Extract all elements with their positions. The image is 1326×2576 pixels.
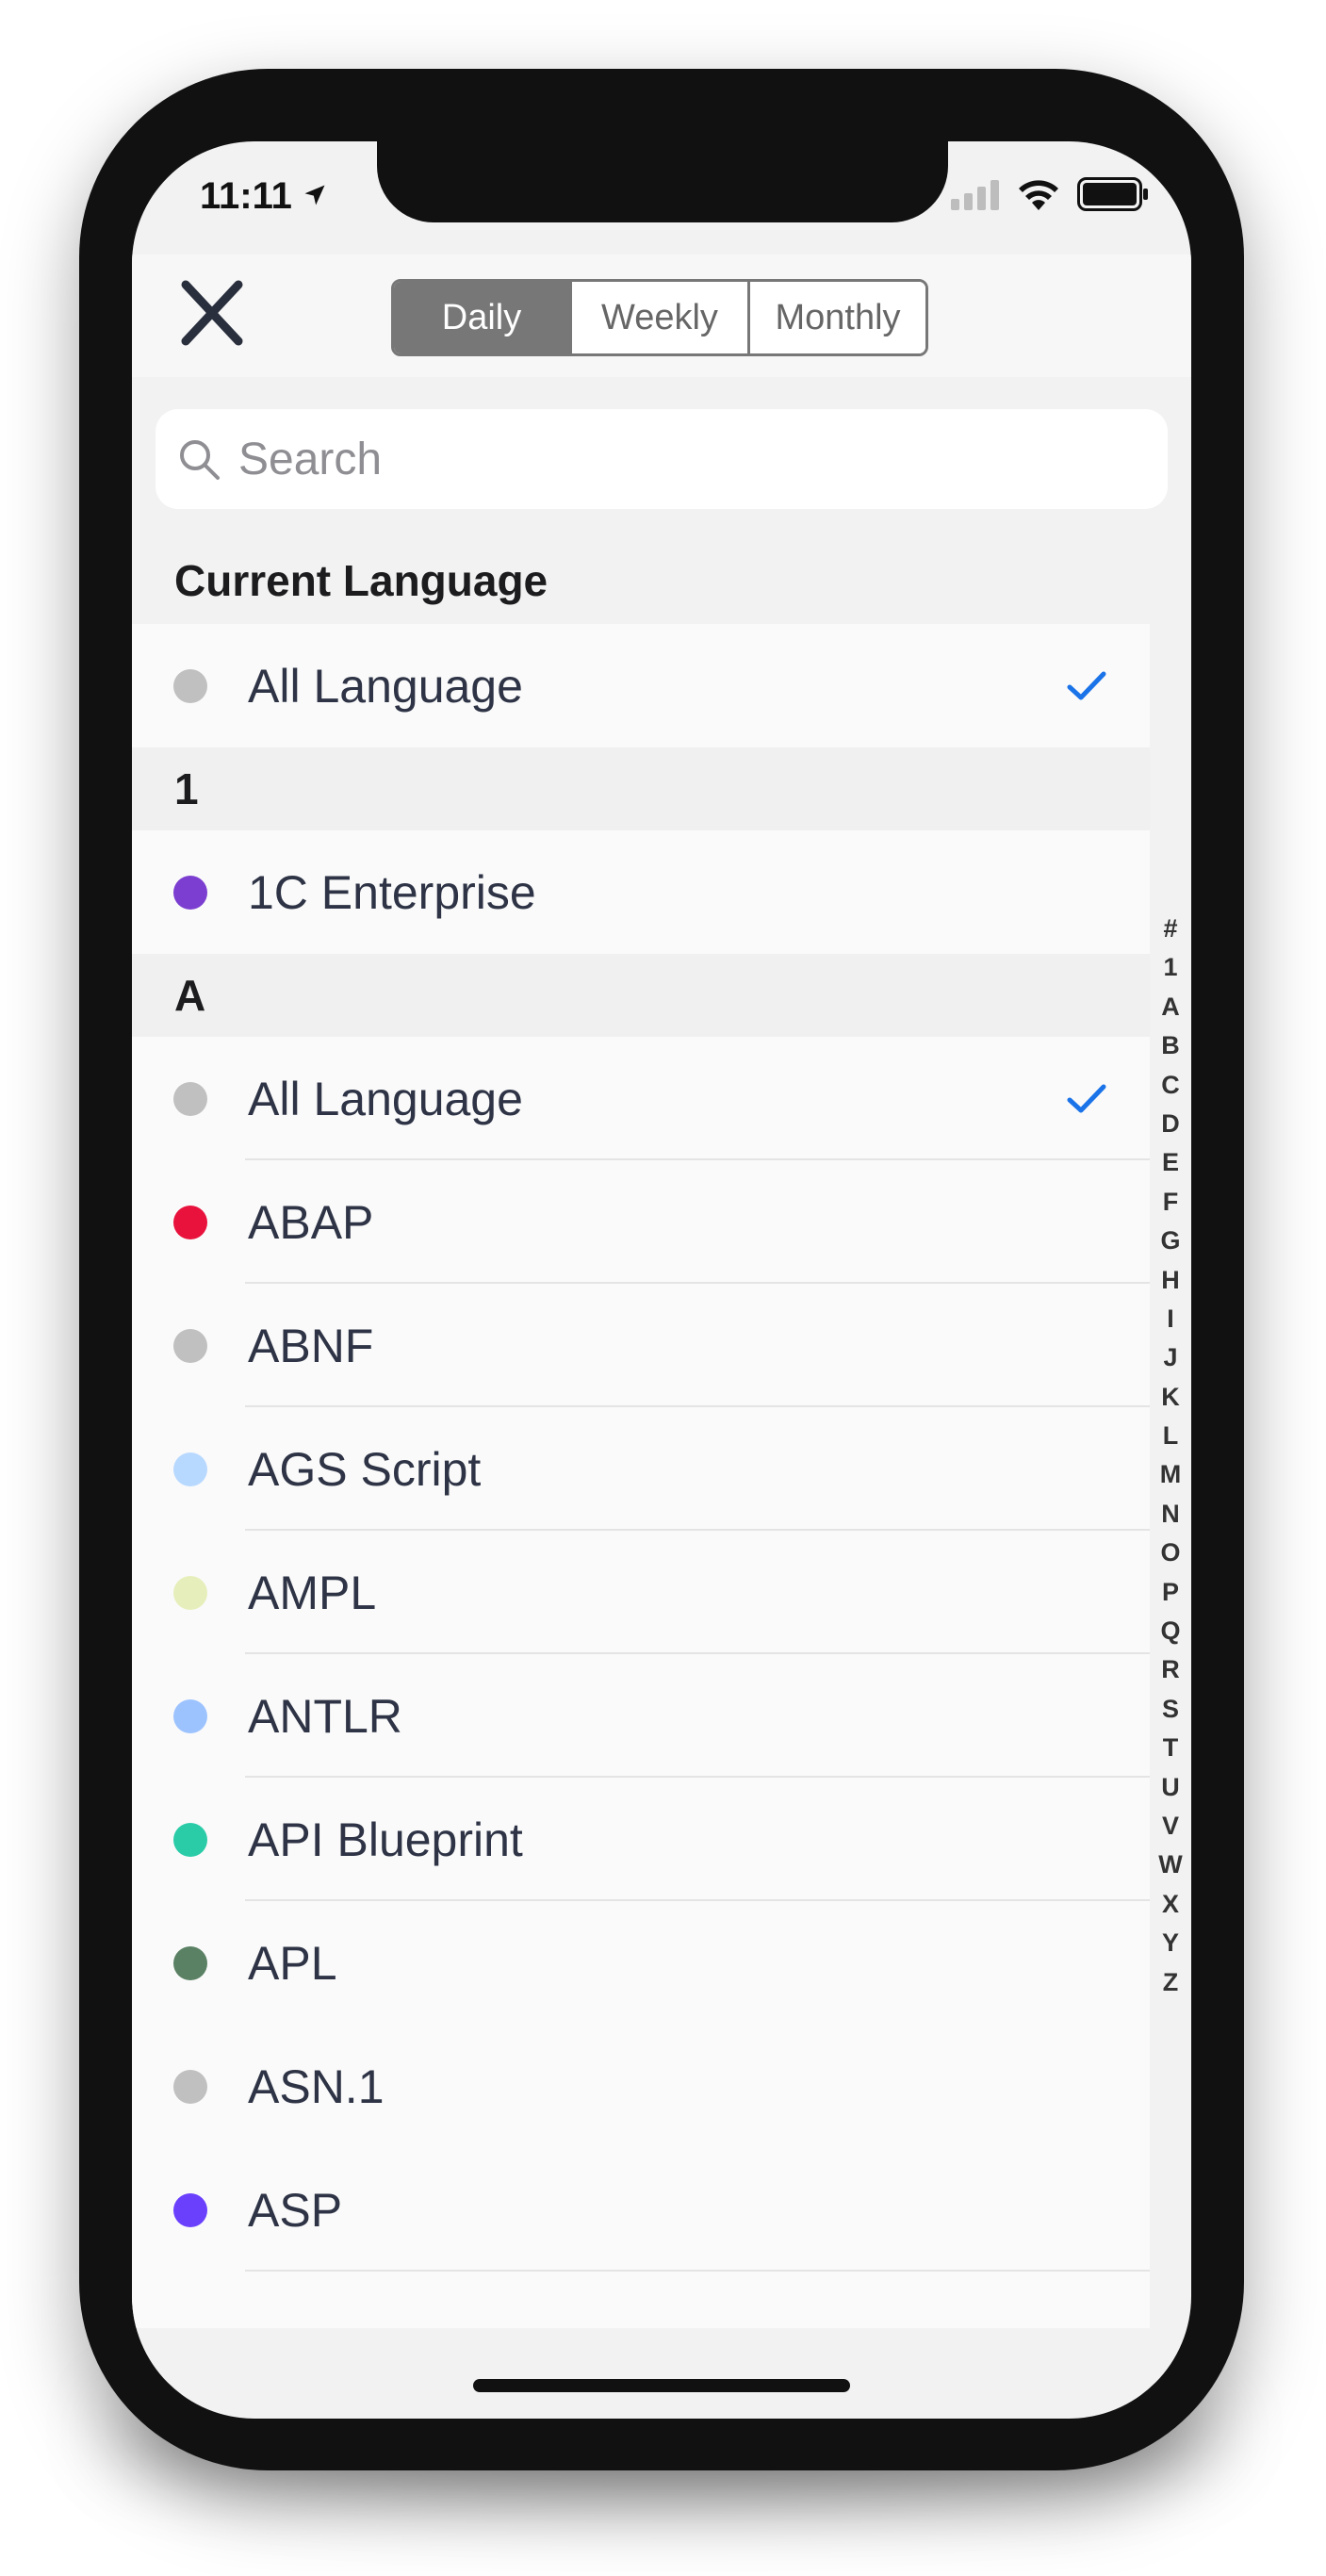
index-letter[interactable]: S bbox=[1162, 1690, 1179, 1729]
list-item[interactable]: AGS Script bbox=[132, 1407, 1150, 1531]
checkmark-icon bbox=[1067, 671, 1106, 699]
list-item[interactable]: ASN.1 bbox=[132, 2025, 1150, 2148]
status-time: 11:11 bbox=[200, 175, 328, 218]
language-label: ASP bbox=[248, 2183, 343, 2237]
search-icon bbox=[180, 440, 220, 480]
index-letter[interactable]: X bbox=[1162, 1885, 1179, 1924]
list-item[interactable]: ABAP bbox=[132, 1160, 1150, 1284]
list-item[interactable]: ASP bbox=[132, 2148, 1150, 2272]
index-letter[interactable]: J bbox=[1163, 1338, 1177, 1377]
list-item[interactable]: 1C Enterprise bbox=[132, 830, 1150, 954]
index-letter[interactable]: C bbox=[1161, 1066, 1180, 1105]
index-letter[interactable]: D bbox=[1161, 1105, 1180, 1143]
index-letter[interactable]: N bbox=[1161, 1495, 1180, 1534]
status-time-text: 11:11 bbox=[200, 175, 292, 217]
wifi-icon bbox=[1017, 178, 1060, 215]
list-item[interactable]: ABNF bbox=[132, 1284, 1150, 1407]
section-header-current-language: Current Language bbox=[132, 537, 1150, 624]
index-letter[interactable]: E bbox=[1162, 1143, 1179, 1182]
list-item-partial[interactable] bbox=[132, 2272, 1150, 2328]
language-label: API Blueprint bbox=[248, 1813, 523, 1866]
segment-daily[interactable]: Daily bbox=[394, 282, 569, 353]
language-label: AMPL bbox=[248, 1566, 377, 1619]
list-item[interactable]: All Language bbox=[132, 1037, 1150, 1160]
language-color-dot bbox=[173, 1822, 207, 1857]
index-letter[interactable]: Z bbox=[1163, 1963, 1179, 2002]
language-label: ASN.1 bbox=[248, 2059, 385, 2113]
list-item[interactable]: All Language bbox=[132, 624, 1150, 747]
index-letter[interactable]: U bbox=[1161, 1768, 1180, 1807]
index-letter[interactable]: A bbox=[1161, 988, 1180, 1026]
index-letter[interactable]: I bbox=[1167, 1300, 1174, 1338]
checkmark-icon bbox=[1067, 1084, 1106, 1112]
language-label: ANTLR bbox=[248, 1689, 402, 1743]
index-letter[interactable]: F bbox=[1163, 1183, 1179, 1222]
screen: 11:11 Daily Weekly Monthly Search Curren… bbox=[132, 141, 1191, 2419]
section-header-a: A bbox=[132, 954, 1150, 1037]
list-item[interactable]: API Blueprint bbox=[132, 1778, 1150, 1901]
language-color-dot bbox=[173, 1698, 207, 1733]
index-letter[interactable]: G bbox=[1160, 1222, 1180, 1260]
index-letter[interactable]: # bbox=[1163, 910, 1177, 948]
index-letter[interactable]: Q bbox=[1160, 1612, 1180, 1650]
language-color-dot bbox=[173, 1945, 207, 1980]
section-index-bar[interactable]: # 1 A B C D E F G H I J K L M N O P Q R … bbox=[1150, 910, 1191, 2002]
language-label: APL bbox=[248, 1936, 337, 1990]
index-letter[interactable]: Y bbox=[1162, 1924, 1179, 1962]
language-color-dot bbox=[173, 2192, 207, 2227]
list-item[interactable]: ANTLR bbox=[132, 1654, 1150, 1778]
index-letter[interactable]: T bbox=[1163, 1729, 1179, 1767]
index-letter[interactable]: K bbox=[1161, 1378, 1180, 1417]
language-label: ABNF bbox=[248, 1319, 374, 1372]
language-color-dot bbox=[173, 2069, 207, 2104]
battery-icon bbox=[1077, 177, 1149, 216]
header-bar: Daily Weekly Monthly bbox=[132, 254, 1191, 377]
location-arrow-icon bbox=[302, 175, 328, 218]
list-item[interactable]: APL bbox=[132, 1901, 1150, 2025]
index-letter[interactable]: B bbox=[1161, 1026, 1180, 1065]
language-color-dot bbox=[173, 668, 207, 703]
list-item[interactable]: AMPL bbox=[132, 1531, 1150, 1654]
language-color-dot bbox=[173, 875, 207, 910]
segment-weekly[interactable]: Weekly bbox=[569, 282, 747, 353]
index-letter[interactable]: O bbox=[1160, 1534, 1180, 1572]
language-label: AGS Script bbox=[248, 1442, 482, 1496]
index-letter[interactable]: V bbox=[1162, 1807, 1179, 1846]
index-letter[interactable]: M bbox=[1160, 1455, 1182, 1494]
index-letter[interactable]: 1 bbox=[1163, 948, 1177, 987]
index-letter[interactable]: H bbox=[1161, 1261, 1180, 1300]
language-color-dot bbox=[173, 1081, 207, 1116]
language-label: All Language bbox=[248, 659, 523, 713]
language-color-dot bbox=[173, 1575, 207, 1610]
language-color-dot bbox=[173, 1452, 207, 1486]
index-letter[interactable]: P bbox=[1162, 1573, 1179, 1612]
home-indicator[interactable] bbox=[473, 2379, 850, 2392]
index-letter[interactable]: L bbox=[1163, 1417, 1179, 1455]
language-list: Current Language All Language 1 1C Enter… bbox=[132, 537, 1150, 2328]
period-segmented-control: Daily Weekly Monthly bbox=[391, 279, 928, 356]
search-bar bbox=[156, 409, 1168, 509]
language-label: All Language bbox=[248, 1072, 523, 1125]
index-letter[interactable]: W bbox=[1158, 1846, 1182, 1884]
section-header-1: 1 bbox=[132, 747, 1150, 830]
language-label: 1C Enterprise bbox=[248, 865, 536, 919]
close-x-icon bbox=[181, 280, 243, 346]
index-letter[interactable]: R bbox=[1161, 1650, 1180, 1689]
language-label: ABAP bbox=[248, 1195, 374, 1249]
language-color-dot bbox=[173, 1205, 207, 1239]
notch bbox=[377, 141, 948, 222]
language-color-dot bbox=[173, 1328, 207, 1363]
cellular-signal-icon bbox=[951, 178, 1000, 215]
segment-monthly[interactable]: Monthly bbox=[747, 282, 925, 353]
close-button[interactable] bbox=[174, 275, 250, 351]
search-input[interactable] bbox=[237, 432, 1089, 486]
status-indicators bbox=[951, 177, 1149, 216]
